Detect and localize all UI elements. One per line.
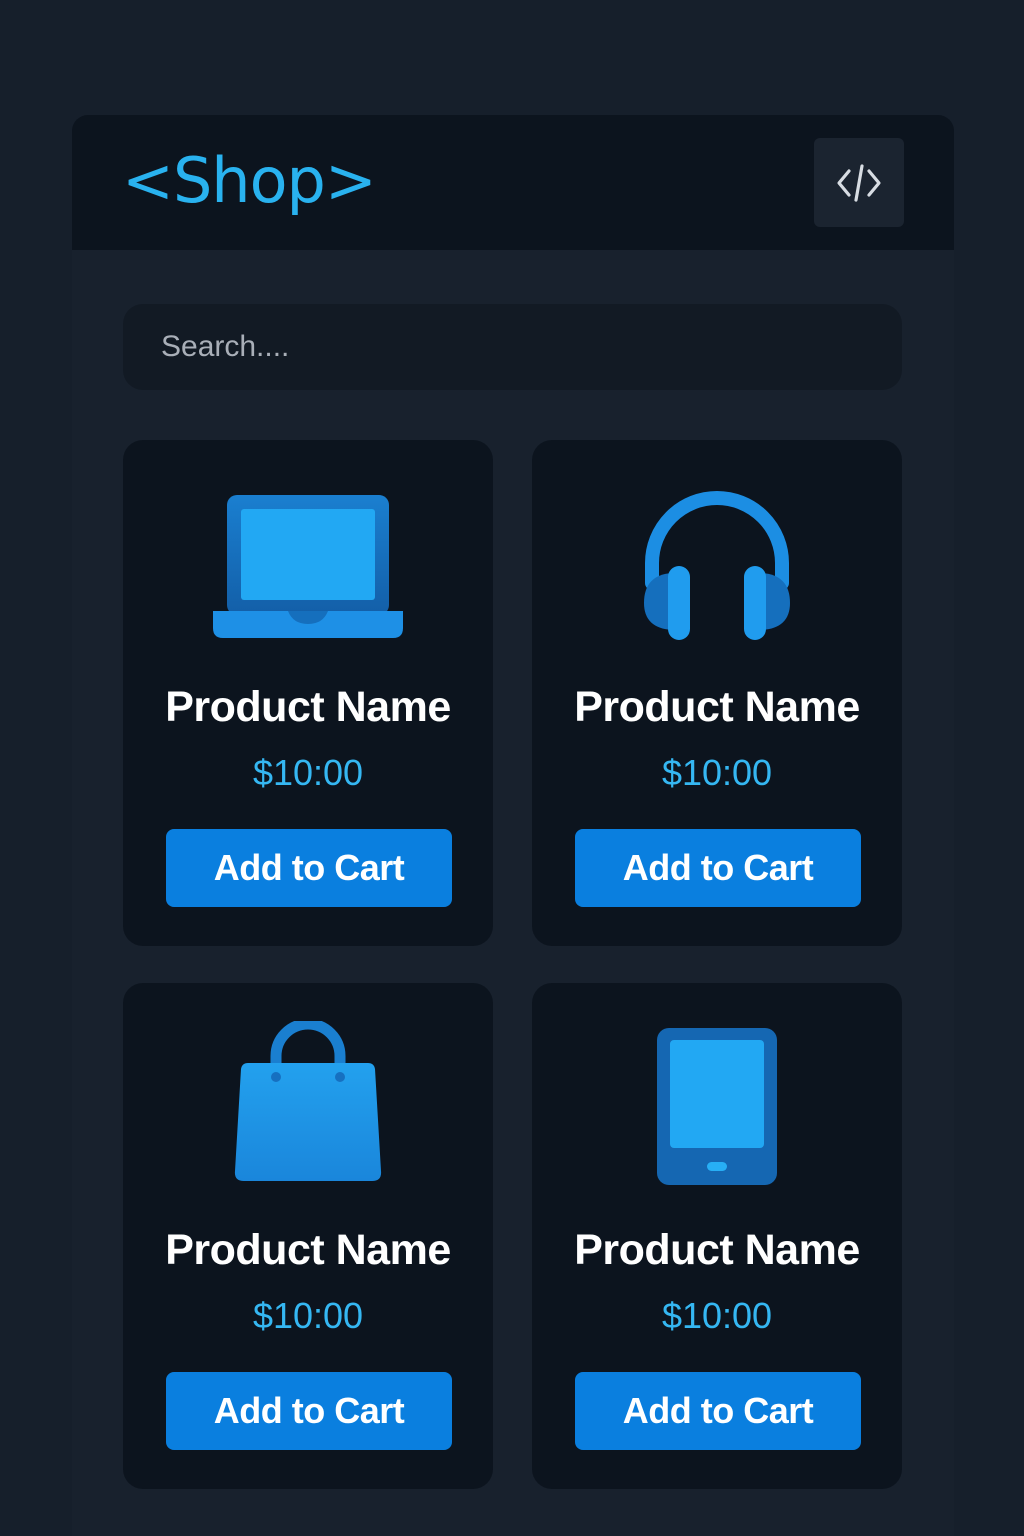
product-name: Product Name (165, 683, 451, 731)
product-card: Product Name $10:00 Add to Cart (532, 440, 902, 946)
code-view-button[interactable] (814, 138, 904, 227)
code-icon (837, 163, 881, 202)
app-container: <Shop> Search.... Product Name $10:00 Ad… (72, 115, 954, 1536)
product-card: Product Name $10:00 Add to Cart (123, 983, 493, 1489)
product-grid: Product Name $10:00 Add to Cart Product … (123, 440, 902, 1489)
headphones-icon (644, 491, 790, 640)
add-to-cart-button[interactable]: Add to Cart (575, 829, 861, 907)
product-name: Product Name (574, 683, 860, 731)
shopping-bag-icon (234, 1021, 382, 1181)
product-card: Product Name $10:00 Add to Cart (123, 440, 493, 946)
add-to-cart-button[interactable]: Add to Cart (575, 1372, 861, 1450)
product-card: Product Name $10:00 Add to Cart (532, 983, 902, 1489)
add-to-cart-button[interactable]: Add to Cart (166, 829, 452, 907)
product-price: $10:00 (661, 1295, 773, 1336)
search-bar (123, 304, 902, 390)
add-to-cart-button[interactable]: Add to Cart (166, 1372, 452, 1450)
laptop-icon (213, 495, 403, 638)
product-name: Product Name (574, 1226, 860, 1274)
search-input[interactable] (123, 304, 902, 390)
product-price: $10:00 (252, 752, 364, 793)
shop-logo[interactable]: <Shop> (122, 143, 377, 219)
header: <Shop> (72, 115, 954, 250)
product-price: $10:00 (661, 752, 773, 793)
tablet-icon (657, 1027, 777, 1185)
product-name: Product Name (165, 1226, 451, 1274)
product-price: $10:00 (252, 1295, 364, 1336)
